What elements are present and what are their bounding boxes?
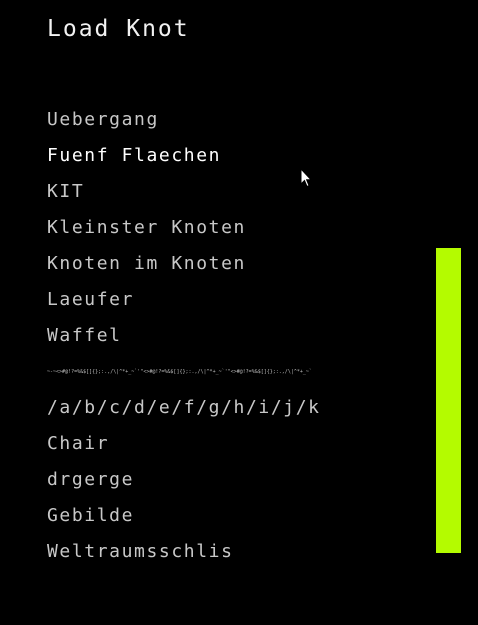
knot-list: Uebergang Fuenf Flaechen KIT Kleinster K… [47, 102, 427, 570]
page-title: Load Knot [47, 16, 190, 42]
knot-item-uebergang[interactable]: Uebergang [47, 102, 427, 138]
knot-item-weltraumsschlis[interactable]: Weltraumsschlis [47, 534, 427, 570]
knot-item-drgerge[interactable]: drgerge [47, 462, 427, 498]
knot-item-path-a-k[interactable]: /a/b/c/d/e/f/g/h/i/j/k [47, 390, 427, 426]
scrollbar-thumb[interactable] [436, 248, 461, 553]
knot-item-fuenf-flaechen[interactable]: Fuenf Flaechen [47, 138, 427, 174]
mouse-cursor-icon [300, 168, 312, 188]
knot-item-laeufer[interactable]: Laeufer [47, 282, 427, 318]
knot-item-chair[interactable]: Chair [47, 426, 427, 462]
knot-item-knoten-im-knoten[interactable]: Knoten im Knoten [47, 246, 427, 282]
knot-item-gebilde[interactable]: Gebilde [47, 498, 427, 534]
knot-item-garbled-name[interactable]: ~-~<>#@!?=%&$[]{};:.,/\|^*+_~`'"<>#@!?=%… [47, 354, 427, 390]
knot-item-kit[interactable]: KIT [47, 174, 427, 210]
knot-item-waffel[interactable]: Waffel [47, 318, 427, 354]
knot-item-kleinster-knoten[interactable]: Kleinster Knoten [47, 210, 427, 246]
